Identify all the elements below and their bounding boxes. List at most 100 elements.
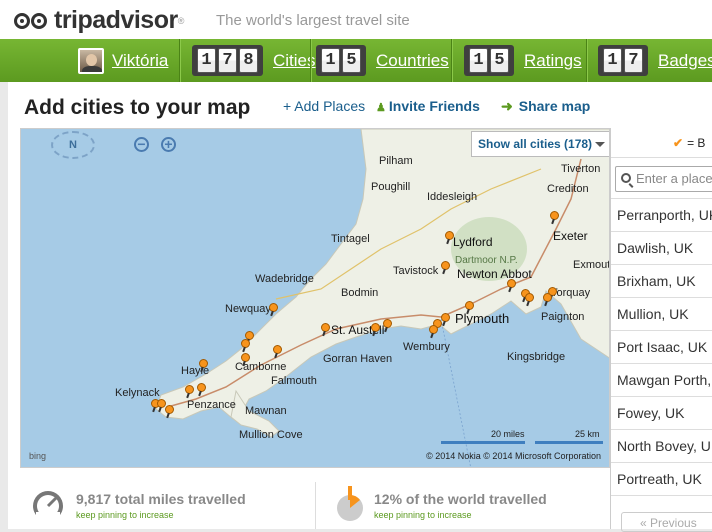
badges-digits: 1 7 — [598, 45, 648, 76]
list-item[interactable]: Port Isaac, UK — [611, 331, 712, 364]
chevron-down-icon — [595, 142, 605, 147]
map-label: Tavistock — [393, 265, 439, 277]
check-icon: ✔ — [673, 136, 684, 150]
city-pin[interactable] — [371, 323, 380, 332]
map-label: Bodmin — [341, 287, 379, 299]
city-pin[interactable] — [197, 383, 206, 392]
list-item[interactable]: Perranporth, UK — [611, 199, 712, 232]
map-label: Dartmoor N.P. — [455, 255, 518, 266]
map-label: Newquay — [225, 303, 271, 315]
ratings-digits: 1 5 — [464, 45, 514, 76]
city-pin[interactable] — [445, 231, 454, 240]
city-pin[interactable] — [550, 211, 559, 220]
city-pin[interactable] — [441, 313, 450, 322]
map-label: Exmouth — [573, 259, 610, 271]
badges-counter[interactable]: 1 7 Badges — [598, 39, 712, 82]
list-item[interactable]: Mawgan Porth, U — [611, 364, 712, 397]
arrow-right-icon: ➜ — [501, 98, 513, 114]
scale-miles: 20 miles — [491, 429, 525, 439]
list-item[interactable]: North Bovey, UK — [611, 430, 712, 463]
list-item[interactable]: Dawlish, UK — [611, 232, 712, 265]
list-item[interactable]: Brixham, UK — [611, 265, 712, 298]
map-label: Crediton — [547, 183, 589, 195]
share-map-link[interactable]: ➜ Share map — [501, 98, 590, 115]
map-label: Gorran Haven — [323, 353, 393, 365]
logo-text: tripadvisor — [54, 6, 178, 34]
countries-link[interactable]: Countries — [376, 51, 449, 71]
previous-button[interactable]: « Previous — [621, 512, 712, 532]
city-pin[interactable] — [199, 359, 208, 368]
world-pin-icon — [332, 486, 368, 522]
map-label: Poughill — [371, 181, 411, 193]
list-item[interactable]: Mullion, UK — [611, 298, 712, 331]
city-pin[interactable] — [165, 405, 174, 414]
cities-counter[interactable]: 1 7 8 Cities — [192, 39, 316, 82]
city-pin[interactable] — [429, 325, 438, 334]
zoom-in-icon[interactable]: + — [161, 137, 176, 152]
map-land — [155, 129, 609, 467]
map-label: Exeter — [553, 229, 588, 243]
scale-km: 25 km — [575, 429, 600, 439]
user-name-link[interactable]: Viktória — [112, 51, 168, 71]
city-pin[interactable] — [273, 345, 282, 354]
user-profile[interactable]: Viktória — [78, 39, 168, 82]
list-item[interactable]: Portreath, UK — [611, 463, 712, 496]
place-search-input[interactable]: Enter a place — [615, 166, 712, 192]
travel-map[interactable]: N − + Show all cities (178) Pilham Pough… — [20, 128, 610, 468]
map-label: Torquay — [551, 287, 591, 299]
countries-digits: 1 5 — [316, 45, 366, 76]
main-panel: Add cities to your map + Add Places ♟ Inv… — [8, 82, 712, 532]
map-label: Kingsbridge — [507, 351, 566, 363]
city-pin[interactable] — [507, 279, 516, 288]
map-label: Tintagel — [331, 233, 370, 245]
list-item[interactable]: Fowey, UK — [611, 397, 712, 430]
map-label: Plymouth — [455, 311, 510, 326]
map-label: Lydford — [453, 235, 493, 249]
tagline: The world's largest travel site — [216, 12, 410, 29]
city-pin[interactable] — [383, 319, 392, 328]
city-pin[interactable] — [241, 353, 250, 362]
avatar[interactable] — [78, 47, 104, 74]
city-list: Perranporth, UK Dawlish, UK Brixham, UK … — [611, 198, 712, 496]
tripadvisor-logo[interactable]: tripadvisor ® — [14, 6, 184, 35]
city-list-panel: ✔ = B Enter a place Perranporth, UK Dawli… — [610, 128, 712, 532]
map-label: Wembury — [403, 341, 450, 353]
map-label: Iddesleigh — [427, 191, 478, 203]
search-icon — [621, 173, 631, 183]
city-pin[interactable] — [525, 293, 534, 302]
person-icon: ♟ — [376, 102, 386, 114]
countries-counter[interactable]: 1 5 Countries — [316, 39, 449, 82]
bing-logo: bing — [29, 451, 47, 461]
site-header: tripadvisor ® The world's largest travel… — [0, 0, 712, 39]
city-pin[interactable] — [269, 303, 278, 312]
zoom-out-icon[interactable]: − — [134, 137, 149, 152]
world-travelled: 12% of the world travelled — [374, 491, 547, 507]
add-places-link[interactable]: + Add Places — [283, 98, 365, 114]
city-pin[interactable] — [543, 293, 552, 302]
registered-mark: ® — [177, 15, 185, 26]
city-pin[interactable] — [185, 385, 194, 394]
badges-link[interactable]: Badges — [658, 51, 712, 71]
travel-stats: 9,817 total miles travelled keep pinning… — [20, 482, 610, 529]
map-label: Pilham — [379, 155, 413, 167]
owl-icon — [14, 11, 50, 31]
map-label: Mawnan — [245, 405, 287, 417]
map-label: Falmouth — [271, 375, 317, 387]
invite-friends-link[interactable]: ♟ Invite Friends — [376, 98, 480, 114]
map-label: Kelynack — [115, 387, 160, 399]
scale-bar-miles — [441, 441, 525, 444]
scale-bar-km — [535, 441, 603, 444]
speedometer-icon — [30, 486, 66, 522]
city-pin[interactable] — [241, 339, 250, 348]
map-label: Wadebridge — [255, 273, 314, 285]
world-hint: keep pinning to increase — [374, 510, 472, 520]
ratings-link[interactable]: Ratings — [524, 51, 582, 71]
city-pin[interactable] — [441, 261, 450, 270]
city-pin[interactable] — [321, 323, 330, 332]
cities-digits: 1 7 8 — [192, 45, 263, 76]
show-all-cities-dropdown[interactable]: Show all cities (178) — [471, 131, 609, 157]
map-label: Penzance — [187, 399, 236, 411]
compass-control[interactable]: N — [51, 131, 95, 159]
city-pin[interactable] — [465, 301, 474, 310]
ratings-counter[interactable]: 1 5 Ratings — [464, 39, 582, 82]
